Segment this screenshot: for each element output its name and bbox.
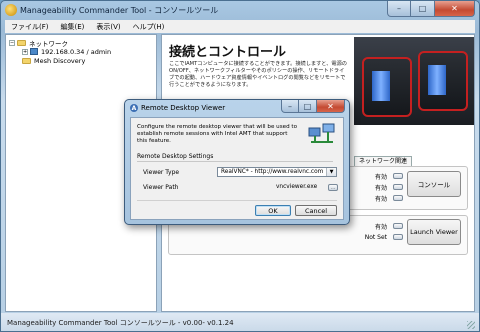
status-value: 有効 <box>374 184 387 192</box>
status-toggle[interactable] <box>393 173 403 179</box>
browse-button[interactable]: ... <box>328 184 338 191</box>
menu-view[interactable]: 表示(V) <box>90 22 126 32</box>
status-value: 有効 <box>374 195 387 203</box>
page-description: ここでIAMTコンピュータに接続することができます。接続しますと、電源のON/O… <box>169 61 347 88</box>
network-computers-icon <box>308 123 335 143</box>
hero-image <box>354 37 474 125</box>
expand-icon[interactable]: + <box>22 48 28 55</box>
menu-help[interactable]: ヘルプ(H) <box>127 22 171 32</box>
menu-edit[interactable]: 編集(E) <box>55 22 91 32</box>
viewer-path-value: vncviewer.exe <box>276 184 318 190</box>
dialog-divider <box>137 200 337 201</box>
viewer-settings-button[interactable] <box>393 234 403 240</box>
title-bar[interactable]: Manageability Commander Tool - コンソールツール … <box>1 1 479 21</box>
menu-bar: ファイル(F) 編集(E) 表示(V) ヘルプ(H) <box>5 20 475 33</box>
folder-icon <box>22 57 31 64</box>
resize-grip[interactable] <box>467 321 475 329</box>
dialog-body: Configure the remote desktop viewer that… <box>130 117 344 220</box>
chevron-down-icon[interactable]: ▼ <box>326 168 336 176</box>
status-bar: Manageability Commander Tool コンソールツール - … <box>1 313 479 331</box>
remote-desktop-viewer-dialog: A Remote Desktop Viewer – □ ✕ Configure … <box>124 99 350 225</box>
viewer-status-row: 有効 <box>357 222 403 231</box>
viewer-type-label: Viewer Type <box>143 169 180 176</box>
viewer-type-select[interactable]: RealVNC* - http://www.realvnc.com ▼ <box>217 167 337 177</box>
dialog-maximize-button[interactable]: □ <box>299 100 317 113</box>
dialog-title: Remote Desktop Viewer <box>141 104 226 112</box>
launch-viewer-button[interactable]: Launch Viewer <box>407 219 461 245</box>
cancel-button[interactable]: Cancel <box>295 205 337 216</box>
ok-button[interactable]: OK <box>255 205 291 216</box>
close-button[interactable]: ✕ <box>435 1 475 17</box>
menu-file[interactable]: ファイル(F) <box>5 22 55 32</box>
status-row: 有効 <box>357 172 403 181</box>
tree-item-host-label: 192.168.0.34 / admin <box>41 47 112 56</box>
folder-icon <box>17 39 26 46</box>
status-row: 有効 <box>357 183 403 192</box>
dialog-minimize-button[interactable]: – <box>281 100 299 113</box>
group-divider <box>137 161 333 162</box>
app-icon <box>5 4 17 16</box>
dialog-close-button[interactable]: ✕ <box>317 100 345 113</box>
status-toggle[interactable] <box>393 195 403 201</box>
viewer-status-value: 有効 <box>374 223 387 231</box>
tree-item-network[interactable]: − ネットワーク <box>9 38 68 48</box>
settings-group-label: Remote Desktop Settings <box>137 153 214 160</box>
viewer-type-value: RealVNC* - http://www.realvnc.com <box>221 169 324 175</box>
dialog-description: Configure the remote desktop viewer that… <box>137 124 298 144</box>
window-title: Manageability Commander Tool - コンソールツール <box>20 6 219 15</box>
tree-item-mesh-discovery-label: Mesh Discovery <box>34 56 86 65</box>
viewer-status-row: Not Set <box>357 233 403 241</box>
status-value: 有効 <box>374 173 387 181</box>
page-title: 接続とコントロール <box>169 45 287 60</box>
collapse-icon[interactable]: − <box>9 39 15 46</box>
computer-icon <box>30 48 38 55</box>
viewer-status-toggle[interactable] <box>393 223 403 229</box>
viewer-status-value: Not Set <box>364 233 387 241</box>
viewer-path-label: Viewer Path <box>143 184 179 191</box>
maximize-button[interactable]: □ <box>411 1 435 17</box>
console-button[interactable]: コンソール <box>407 171 461 197</box>
status-row: 有効 <box>357 194 403 203</box>
minimize-button[interactable]: – <box>387 1 411 17</box>
pc-case-image <box>418 51 468 111</box>
caption-buttons: – □ ✕ <box>387 1 475 17</box>
status-toggle[interactable] <box>393 184 403 190</box>
tree-item-network-label: ネットワーク <box>29 39 68 48</box>
tree-item-mesh-discovery[interactable]: Mesh Discovery <box>22 56 85 65</box>
tree-item-host[interactable]: + 192.168.0.34 / admin <box>22 47 111 56</box>
dialog-app-icon: A <box>130 104 138 112</box>
dialog-title-bar[interactable]: A Remote Desktop Viewer <box>130 104 225 112</box>
status-text: Manageability Commander Tool コンソールツール - … <box>7 319 234 327</box>
pc-case-image <box>362 57 412 117</box>
dialog-caption-buttons: – □ ✕ <box>281 100 345 113</box>
